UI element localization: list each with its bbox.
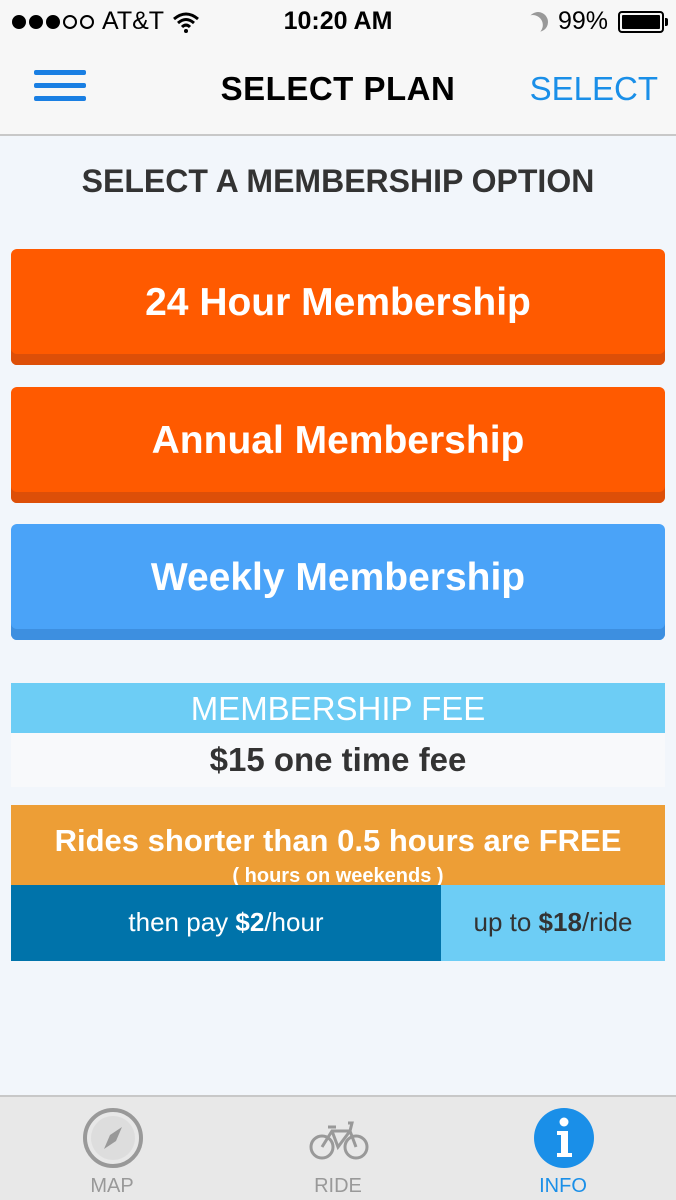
info-icon: [534, 1108, 594, 1168]
section-title: SELECT A MEMBERSHIP OPTION: [81, 163, 595, 199]
ride-cap-prefix: up to: [473, 907, 539, 937]
do-not-disturb-icon: [524, 8, 551, 35]
tab-map-label: MAP: [90, 1175, 134, 1197]
plan-annual-button[interactable]: Annual Membership: [11, 387, 665, 503]
plan-24-hour-button[interactable]: 24 Hour Membership: [11, 249, 665, 365]
membership-fee-header: MEMBERSHIP FEE: [11, 683, 665, 733]
tab-ride[interactable]: RIDE: [238, 1097, 438, 1200]
tab-info[interactable]: INFO: [463, 1097, 663, 1200]
battery-percent: 99%: [557, 7, 608, 35]
hourly-rate-box: then pay $2/hour: [11, 885, 441, 961]
tab-info-label: INFO: [539, 1175, 587, 1197]
battery-icon: [618, 10, 668, 33]
select-button[interactable]: SELECT: [530, 70, 658, 108]
ride-cap-box: up to $18/ride: [441, 885, 665, 961]
status-bar: AT&T 10:20 AM 99%: [0, 0, 676, 42]
tab-ride-label: RIDE: [314, 1175, 362, 1197]
status-right: 99%: [528, 7, 668, 36]
tab-map[interactable]: MAP: [12, 1097, 212, 1200]
compass-icon: [83, 1108, 143, 1168]
nav-bar: SELECT PLAN SELECT: [0, 42, 676, 136]
ride-cap-suffix: /ride: [581, 907, 633, 937]
ride-cap-amount: $18: [538, 907, 582, 937]
hourly-rate-prefix: then pay: [128, 907, 236, 937]
membership-fee-value: $15 one time fee: [11, 733, 665, 787]
free-rides-banner: Rides shorter than 0.5 hours are FREE ( …: [11, 805, 665, 887]
bike-icon: [309, 1121, 369, 1160]
plan-weekly-button[interactable]: Weekly Membership: [11, 524, 665, 640]
tab-bar: MAP RIDE INFO: [0, 1095, 676, 1200]
free-rides-text: Rides shorter than 0.5 hours are FREE: [54, 823, 622, 858]
hourly-rate-amount: $2: [235, 907, 265, 937]
hourly-rate-suffix: /hour: [264, 907, 324, 937]
